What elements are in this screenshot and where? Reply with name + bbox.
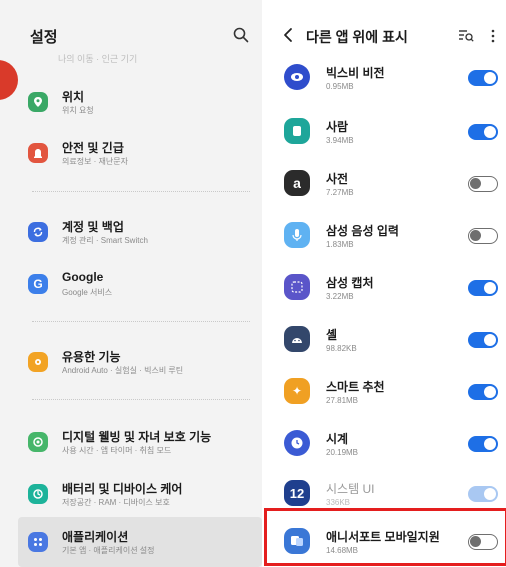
app-name: 삼성 음성 입력: [326, 224, 399, 238]
overlay-toggle[interactable]: [468, 124, 498, 140]
app-name: 빅스비 비전: [326, 66, 385, 80]
location-pin-icon: [28, 92, 48, 112]
page-title: 다른 앱 위에 표시: [306, 29, 408, 45]
settings-item-title: 안전 및 긴급: [62, 141, 124, 155]
settings-item-subtitle: 계정 관리 · Smart Switch: [62, 236, 148, 245]
app-row-contacts[interactable]: 사람 3.94MB: [262, 114, 506, 166]
app-name: 사전: [326, 172, 349, 186]
more-options-icon[interactable]: [490, 28, 496, 44]
one-ui-icon: 12: [284, 480, 310, 506]
wellbeing-icon: [28, 432, 48, 452]
highlight-annotation-box: [264, 508, 506, 566]
settings-item-subtitle: 사용 시간 · 앱 타이머 · 취침 모드: [62, 446, 172, 455]
settings-item-title: Google: [62, 270, 104, 284]
settings-item-google[interactable]: G Google Google 서비스: [0, 268, 262, 318]
app-row-dictionary[interactable]: a 사전 7.27MB: [262, 166, 506, 218]
settings-title: 설정: [30, 29, 58, 46]
settings-item-title: 위치: [62, 90, 85, 104]
app-name: 삼성 캡처: [326, 276, 374, 290]
overlay-toggle[interactable]: [468, 332, 498, 348]
alert-icon: [28, 143, 48, 163]
app-size: 3.94MB: [326, 136, 354, 145]
section-divider: [32, 191, 250, 192]
overlay-toggle[interactable]: [468, 280, 498, 296]
back-arrow-icon[interactable]: [280, 26, 296, 44]
settings-item-title: 애플리케이션: [62, 530, 129, 544]
app-name: 사람: [326, 120, 349, 134]
section-divider: [32, 321, 250, 322]
overlay-permission-pane: 다른 앱 위에 표시 빅스비 비전 0.95MB 사람 3.94MB a 사전 …: [262, 0, 506, 567]
app-row-smart-suggestions[interactable]: ✦ 스마트 추천 27.81MB: [262, 374, 506, 426]
app-row-voice-input[interactable]: 삼성 음성 입력 1.83MB: [262, 218, 506, 270]
overlay-toggle[interactable]: [468, 176, 498, 192]
settings-item-subtitle: 저장공간 · RAM · 디바이스 보호: [62, 498, 170, 507]
overlay-toggle: [468, 486, 498, 502]
dictionary-icon: a: [284, 170, 310, 196]
settings-item-subtitle: 의료정보 · 재난문자: [62, 157, 128, 166]
google-icon: G: [28, 274, 48, 294]
settings-header: 설정: [0, 20, 262, 52]
settings-item-subtitle: Android Auto · 실험실 · 빅스비 루틴: [62, 366, 184, 375]
app-row-bixby-vision[interactable]: 빅스비 비전 0.95MB: [262, 60, 506, 112]
sync-icon: [28, 222, 48, 242]
overlay-toggle[interactable]: [468, 228, 498, 244]
search-icon[interactable]: [232, 26, 250, 44]
app-name: 시계: [326, 432, 349, 446]
overlay-toggle[interactable]: [468, 70, 498, 86]
overlay-header: 다른 앱 위에 표시: [262, 20, 506, 52]
app-size: 98.82KB: [326, 344, 357, 353]
app-row-capture[interactable]: 삼성 캡처 3.22MB: [262, 270, 506, 322]
settings-item-wellbeing[interactable]: 디지털 웰빙 및 자녀 보호 기능 사용 시간 · 앱 타이머 · 취침 모드: [0, 426, 262, 476]
app-name: 스마트 추천: [326, 380, 385, 394]
settings-item-subtitle: Google 서비스: [62, 288, 113, 297]
settings-pane: 설정 나의 이동 · 인근 기기 위치 위치 요청 안전 및 긴급 의료정보 ·…: [0, 0, 262, 567]
app-size: 336KB: [326, 498, 351, 507]
capture-icon: [284, 274, 310, 300]
filter-search-icon[interactable]: [458, 28, 474, 44]
settings-item-title: 계정 및 백업: [62, 220, 124, 234]
contacts-icon: [284, 118, 310, 144]
overlay-toggle[interactable]: [468, 384, 498, 400]
section-divider: [32, 399, 250, 400]
clock-icon: [284, 430, 310, 456]
app-size: 7.27MB: [326, 188, 354, 197]
settings-item-safety[interactable]: 안전 및 긴급 의료정보 · 재난문자: [0, 135, 262, 185]
settings-item-accounts[interactable]: 계정 및 백업 계정 관리 · Smart Switch: [0, 214, 262, 264]
bixby-vision-icon: [284, 64, 310, 90]
star-icon: [28, 352, 48, 372]
voice-input-icon: [284, 222, 310, 248]
app-size: 0.95MB: [326, 82, 354, 91]
device-care-icon: [28, 484, 48, 504]
apps-grid-icon: [28, 532, 48, 552]
settings-item-title: 배터리 및 디바이스 케어: [62, 482, 183, 496]
settings-item-advanced[interactable]: 유용한 기능 Android Auto · 실험실 · 빅스비 루틴: [0, 346, 262, 396]
app-size: 1.83MB: [326, 240, 354, 249]
app-size: 3.22MB: [326, 292, 354, 301]
settings-item-title: 디지털 웰빙 및 자녀 보호 기능: [62, 430, 212, 444]
settings-item-location[interactable]: 위치 위치 요청: [0, 84, 262, 134]
app-row-shell[interactable]: 셸 98.82KB: [262, 322, 506, 374]
settings-item-title: 유용한 기능: [62, 350, 121, 364]
smart-suggest-icon: ✦: [284, 378, 310, 404]
app-size: 27.81MB: [326, 396, 359, 405]
app-name: 셸: [326, 328, 338, 342]
app-row-clock[interactable]: 시계 20.19MB: [262, 426, 506, 478]
app-name: 시스템 UI: [326, 482, 375, 496]
android-icon: [284, 326, 310, 352]
settings-item-apps[interactable]: 애플리케이션 기본 앱 · 애플리케이션 설정: [0, 526, 262, 567]
settings-item-subtitle: 기본 앱 · 애플리케이션 설정: [62, 546, 155, 555]
settings-item-subtitle: 위치 요청: [62, 106, 94, 115]
overlay-toggle[interactable]: [468, 436, 498, 452]
app-size: 20.19MB: [326, 448, 359, 457]
faded-subtitle: 나의 이동 · 인근 기기: [58, 54, 138, 64]
